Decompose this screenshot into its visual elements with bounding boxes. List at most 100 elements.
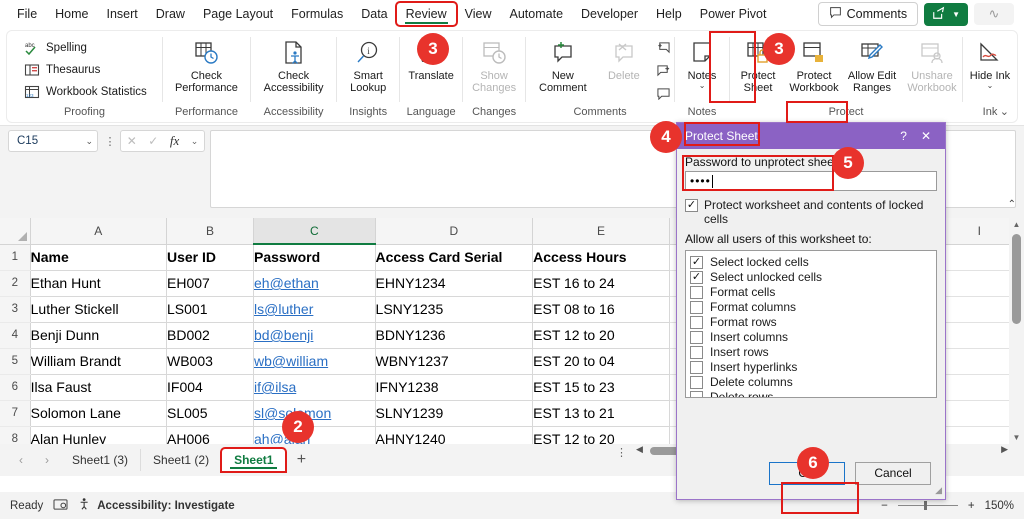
- ribbon-tab-home[interactable]: Home: [46, 3, 97, 25]
- permission-insert-columns[interactable]: Insert columns: [690, 330, 932, 344]
- cell-a3[interactable]: Luther Stickell: [30, 296, 168, 323]
- checkbox-unchecked-icon[interactable]: [690, 391, 703, 397]
- column-header-a[interactable]: A: [30, 218, 168, 245]
- checkbox-unchecked-icon[interactable]: [690, 346, 703, 359]
- ribbon-tab-automate[interactable]: Automate: [501, 3, 573, 25]
- ribbon-tab-view[interactable]: View: [456, 3, 501, 25]
- row-header-7[interactable]: 7: [0, 400, 31, 427]
- scroll-left-arrow-icon[interactable]: ◀: [636, 444, 643, 455]
- cell-e5[interactable]: EST 20 to 04: [532, 348, 670, 375]
- allow-edit-ranges-button[interactable]: Allow Edit Ranges: [842, 35, 902, 95]
- hide-ink-button[interactable]: Hide Ink ⌄: [963, 35, 1017, 91]
- permission-format-cells[interactable]: Format cells: [690, 285, 932, 299]
- cell-b8[interactable]: AH006: [166, 426, 255, 444]
- chevron-down-icon[interactable]: ⌄: [987, 81, 994, 91]
- scroll-down-arrow-icon[interactable]: ▼: [1009, 433, 1024, 442]
- cell-d3[interactable]: LSNY1235: [375, 296, 534, 323]
- cell-e7[interactable]: EST 13 to 21: [532, 400, 670, 427]
- permission-delete-columns[interactable]: Delete columns: [690, 375, 932, 389]
- checkbox-unchecked-icon[interactable]: [690, 361, 703, 374]
- ribbon-tab-developer[interactable]: Developer: [572, 3, 647, 25]
- cell-e1[interactable]: Access Hours: [532, 244, 670, 271]
- permission-select-locked-cells[interactable]: ✓ Select locked cells: [690, 255, 932, 269]
- cancel-button[interactable]: Cancel: [855, 461, 931, 485]
- plus-icon[interactable]: +: [285, 451, 317, 469]
- checkbox-unchecked-icon[interactable]: [690, 316, 703, 329]
- name-box[interactable]: C15 ⌄: [8, 130, 98, 152]
- permission-delete-rows[interactable]: Delete rows: [690, 390, 932, 397]
- row-header-5[interactable]: 5: [0, 348, 31, 375]
- sheet-tab-sheet1[interactable]: Sheet1: [220, 447, 288, 473]
- cell-c4[interactable]: bd@benji: [253, 322, 376, 349]
- show-comments-icon[interactable]: [652, 83, 674, 104]
- cell-c1[interactable]: Password: [253, 244, 376, 271]
- permission-select-unlocked-cells[interactable]: ✓ Select unlocked cells: [690, 270, 932, 284]
- ribbon-tab-file[interactable]: File: [8, 3, 46, 25]
- permission-format-rows[interactable]: Format rows: [690, 315, 932, 329]
- checkbox-checked-icon[interactable]: ✓: [690, 271, 703, 284]
- row-header-2[interactable]: 2: [0, 270, 31, 297]
- vertical-dots-icon[interactable]: ⋮: [104, 132, 116, 150]
- cell-a6[interactable]: Ilsa Faust: [30, 374, 168, 401]
- smart-lookup-button[interactable]: i Smart Lookup: [337, 35, 399, 95]
- cell-d1[interactable]: Access Card Serial: [375, 244, 534, 271]
- delete-comment-button[interactable]: Delete: [596, 35, 652, 82]
- fx-icon[interactable]: fx: [170, 133, 179, 149]
- cell-e6[interactable]: EST 15 to 23: [532, 374, 670, 401]
- permission-format-columns[interactable]: Format columns: [690, 300, 932, 314]
- cell-a2[interactable]: Ethan Hunt: [30, 270, 168, 297]
- dialog-title-bar[interactable]: Protect Sheet ? ✕: [677, 123, 945, 149]
- comments-button[interactable]: Comments: [817, 2, 919, 26]
- cell-c3[interactable]: ls@luther: [253, 296, 376, 323]
- new-comment-button[interactable]: New Comment: [530, 35, 596, 95]
- cell-a1[interactable]: Name: [30, 244, 168, 271]
- sheet-tab-sheet1-3[interactable]: Sheet1 (3): [60, 449, 142, 471]
- permission-insert-rows[interactable]: Insert rows: [690, 345, 932, 359]
- cell-c6[interactable]: if@ilsa: [253, 374, 376, 401]
- chevron-down-icon[interactable]: ⌄: [699, 81, 706, 91]
- checkbox-checked-icon[interactable]: ✓: [690, 256, 703, 269]
- ribbon-tab-formulas[interactable]: Formulas: [282, 3, 352, 25]
- cell-b5[interactable]: WB003: [166, 348, 255, 375]
- notes-button[interactable]: Notes ⌄: [675, 35, 729, 91]
- cell-b6[interactable]: IF004: [166, 374, 255, 401]
- chevron-down-icon[interactable]: ⌄: [85, 136, 93, 147]
- checkbox-unchecked-icon[interactable]: [690, 286, 703, 299]
- cell-b3[interactable]: LS001: [166, 296, 255, 323]
- cell-c8[interactable]: ah@alan: [253, 426, 376, 444]
- cell-c7[interactable]: sl@solomon: [253, 400, 376, 427]
- row-header-3[interactable]: 3: [0, 296, 31, 323]
- vertical-scrollbar[interactable]: ▲ ▼: [1009, 218, 1024, 444]
- zoom-level-label[interactable]: 150%: [985, 500, 1014, 512]
- cell-e2[interactable]: EST 16 to 24: [532, 270, 670, 297]
- cell-d6[interactable]: IFNY1238: [375, 374, 534, 401]
- cell-a7[interactable]: Solomon Lane: [30, 400, 168, 427]
- column-header-e[interactable]: E: [532, 218, 670, 245]
- sheet-tab-sheet1-2[interactable]: Sheet1 (2): [141, 449, 223, 471]
- zoom-slider[interactable]: [897, 501, 958, 510]
- row-header-6[interactable]: 6: [0, 374, 31, 401]
- checkbox-unchecked-icon[interactable]: [690, 301, 703, 314]
- enter-check-icon[interactable]: ✓: [148, 134, 158, 148]
- ribbon-tab-data[interactable]: Data: [352, 3, 396, 25]
- cell-e8[interactable]: EST 12 to 20: [532, 426, 670, 444]
- cell-e4[interactable]: EST 12 to 20: [532, 322, 670, 349]
- cell-d7[interactable]: SLNY1239: [375, 400, 534, 427]
- scroll-right-arrow-icon[interactable]: ▶: [1001, 444, 1008, 455]
- ribbon-tab-draw[interactable]: Draw: [147, 3, 194, 25]
- cell-c5[interactable]: wb@william: [253, 348, 376, 375]
- ribbon-tab-help[interactable]: Help: [647, 3, 691, 25]
- row-header-1[interactable]: 1: [0, 244, 31, 271]
- row-header-4[interactable]: 4: [0, 322, 31, 349]
- show-changes-button[interactable]: Show Changes: [463, 35, 525, 95]
- cell-e3[interactable]: EST 08 to 16: [532, 296, 670, 323]
- dialog-resize-grip[interactable]: ◢: [935, 485, 942, 496]
- permission-insert-hyperlinks[interactable]: Insert hyperlinks: [690, 360, 932, 374]
- spelling-button[interactable]: abc Spelling: [19, 37, 91, 58]
- cell-d8[interactable]: AHNY1240: [375, 426, 534, 444]
- cell-d5[interactable]: WBNY1237: [375, 348, 534, 375]
- cell-d4[interactable]: BDNY1236: [375, 322, 534, 349]
- select-all-corner[interactable]: [0, 218, 31, 245]
- chevron-left-icon[interactable]: ‹: [8, 453, 34, 467]
- zoom-out-button[interactable]: −: [881, 500, 888, 512]
